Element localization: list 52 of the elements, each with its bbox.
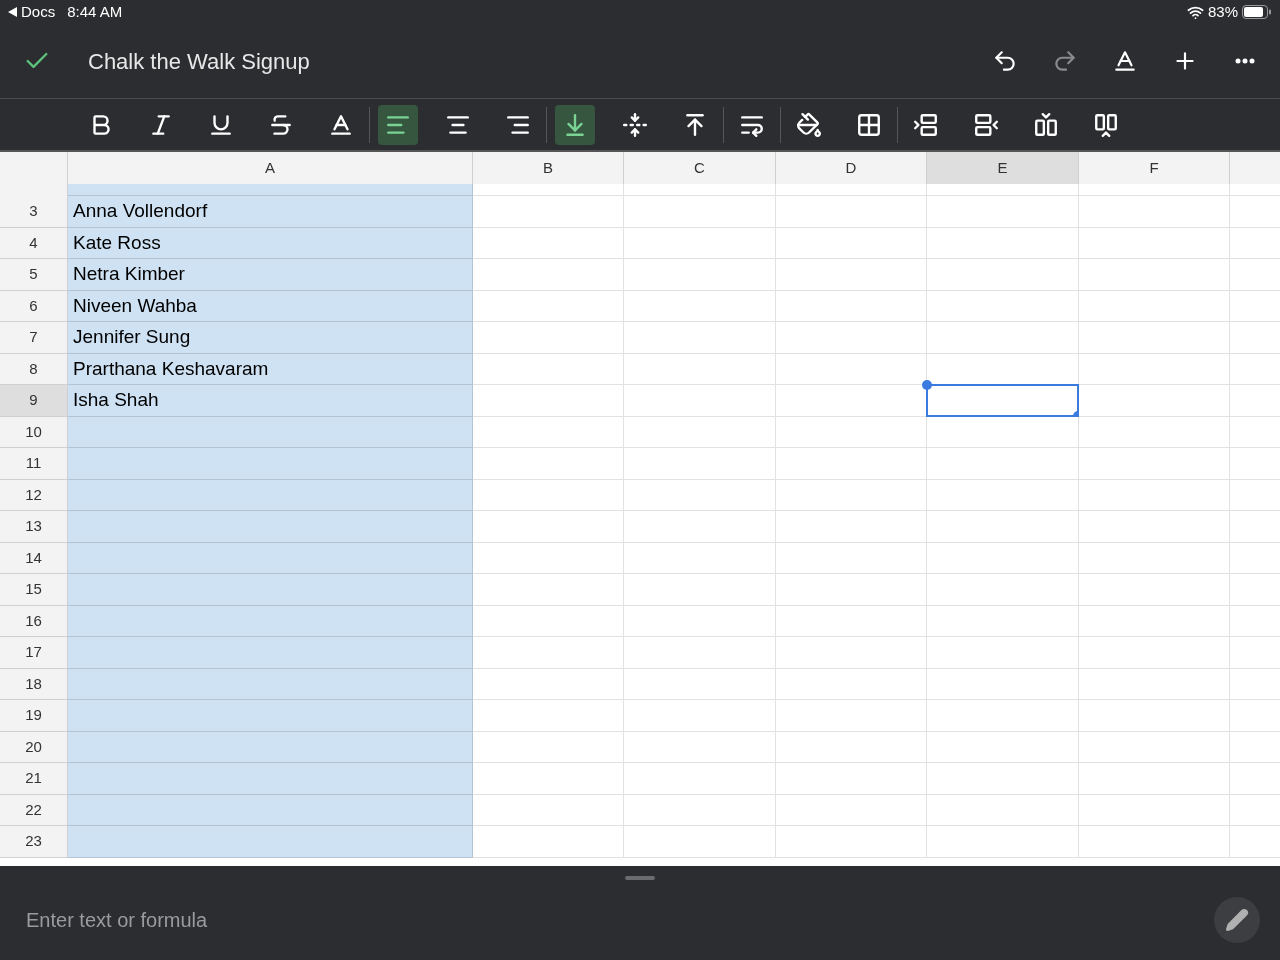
row-header[interactable]: 18 (0, 668, 68, 700)
column-header[interactable]: E (927, 152, 1079, 184)
undo-icon (992, 48, 1018, 74)
insert-row-icon (913, 111, 939, 138)
table-cell: Anna Vollendorf (68, 196, 473, 228)
back-label[interactable]: Docs (21, 0, 56, 24)
row-header[interactable]: 3 (0, 196, 68, 228)
row-header[interactable]: 20 (0, 731, 68, 763)
table-cell: Niveen Wahba (68, 290, 473, 322)
row-header[interactable]: 17 (0, 637, 68, 669)
table-cell: Isha Shah (68, 385, 473, 417)
row-header[interactable]: 13 (0, 511, 68, 543)
row-header[interactable]: 16 (0, 605, 68, 637)
pencil-icon (1225, 908, 1249, 932)
row-header[interactable]: 19 (0, 700, 68, 732)
table-cell: Prarthana Keshavaram (68, 353, 473, 385)
row-header[interactable]: 15 (0, 574, 68, 606)
row-header[interactable]: 12 (0, 479, 68, 511)
toolbar-button[interactable] (378, 104, 418, 145)
paint-bucket-icon (796, 111, 822, 138)
row-header[interactable]: 7 (0, 322, 68, 354)
row-header[interactable]: 10 (0, 416, 68, 448)
insert-column-icon (1033, 111, 1059, 138)
back-icon[interactable] (8, 7, 17, 17)
row-header[interactable]: 11 (0, 448, 68, 480)
row-header[interactable]: 9 (0, 385, 68, 417)
grid-icon (856, 111, 882, 138)
table-cell: Jennifer Sung (68, 322, 473, 354)
row-header[interactable]: 4 (0, 227, 68, 259)
align-middle-icon (622, 111, 648, 138)
battery-percent: 83% (1207, 1, 1238, 22)
row-header[interactable]: 8 (0, 353, 68, 385)
drag-handle[interactable] (625, 876, 655, 880)
row-header[interactable]: 22 (0, 794, 68, 826)
table-cell: Netra Kimber (68, 259, 473, 291)
row-header[interactable]: 5 (0, 259, 68, 291)
edit-button[interactable] (1214, 897, 1260, 943)
clock: 8:44 AM (67, 1, 123, 22)
redo-icon (1052, 48, 1078, 74)
text-format-icon (1112, 48, 1138, 74)
battery-icon (1242, 5, 1272, 19)
row-header[interactable]: 14 (0, 542, 68, 574)
row-header[interactable]: 23 (0, 826, 68, 858)
insert-row-icon (973, 111, 999, 138)
insert-column-icon (1093, 111, 1119, 138)
row-header[interactable]: 21 (0, 763, 68, 795)
toolbar-button[interactable] (555, 104, 595, 145)
row-header[interactable]: 6 (0, 290, 68, 322)
more-icon (1235, 58, 1255, 64)
table-cell: Kate Ross (68, 227, 473, 259)
formula-input[interactable]: Enter text or formula (26, 905, 1214, 935)
document-title: Chalk the Walk Signup (88, 47, 310, 76)
